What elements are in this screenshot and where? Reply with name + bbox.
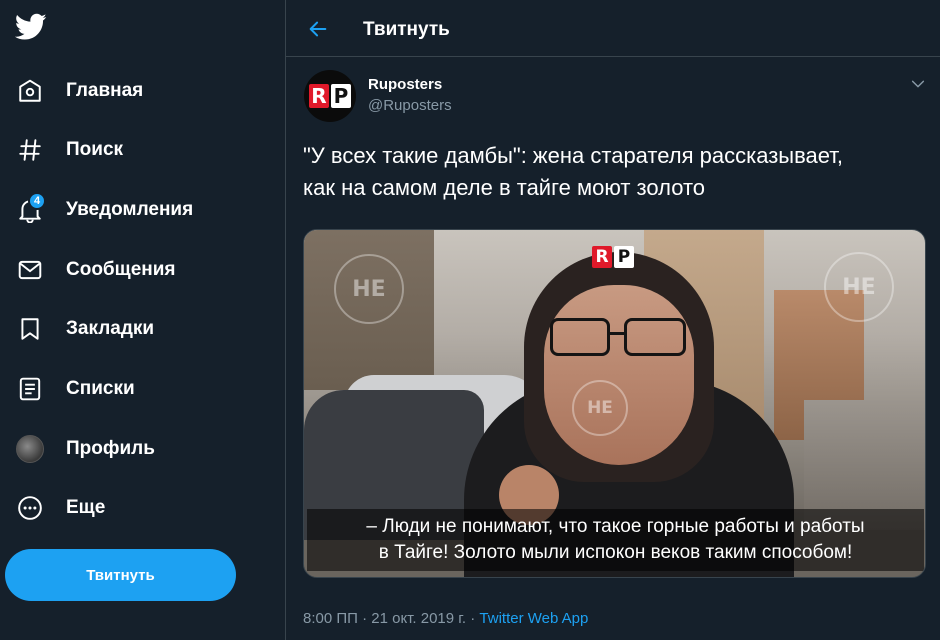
chevron-down-icon	[911, 80, 925, 88]
tweet-text: "У всех такие дамбы": жена старателя рас…	[303, 140, 928, 204]
tweet-text-line: "У всех такие дамбы": жена старателя рас…	[303, 143, 844, 168]
page-header: Твитнуть	[286, 0, 940, 57]
sidebar-item-more[interactable]: Еще	[0, 485, 250, 531]
notification-badge: 4	[28, 192, 46, 210]
sidebar-item-label: Главная	[66, 80, 144, 101]
bookmark-icon	[16, 315, 44, 343]
sidebar-item-label: Закладки	[66, 318, 155, 339]
more-circle-icon	[16, 494, 44, 522]
envelope-icon	[16, 256, 44, 284]
back-button[interactable]	[304, 15, 332, 43]
glasses	[550, 318, 690, 358]
tweet-timestamp[interactable]: 8:00 ПП · 21 окт. 2019 г. ·	[303, 610, 479, 627]
twitter-logo-icon[interactable]	[14, 10, 48, 44]
author-avatar[interactable]: R P	[304, 70, 356, 122]
avatar	[16, 435, 44, 463]
hashtag-icon	[16, 136, 44, 164]
watermark-icon: НЕ	[824, 252, 894, 322]
sidebar-item-profile[interactable]: Профиль	[0, 426, 250, 472]
watermark-icon: НЕ	[572, 380, 628, 436]
sidebar-item-label: Профиль	[66, 438, 155, 459]
tweet-options-button[interactable]	[906, 72, 930, 96]
sidebar-item-messages[interactable]: Сообщения	[0, 247, 250, 293]
subtitle-line: – Люди не понимают, что такое горные раб…	[366, 516, 865, 537]
tweet-button[interactable]: Твитнуть	[5, 549, 236, 601]
sidebar-item-label: Поиск	[66, 139, 124, 160]
sidebar-item-label: Сообщения	[66, 259, 176, 280]
sidebar-item-home[interactable]: Главная	[0, 68, 250, 114]
tweet-source-link[interactable]: Twitter Web App	[479, 610, 588, 627]
ruposters-video-logo: R P	[592, 246, 634, 268]
author-handle[interactable]: @Ruposters	[368, 97, 452, 114]
sidebar-item-notifications[interactable]: 4 Уведомления	[0, 187, 250, 233]
tweet-video[interactable]: НЕ НЕ НЕ R P – Люди не понимают, что так…	[303, 229, 926, 578]
ruposters-logo: R P	[309, 84, 351, 108]
sidebar-item-label: Списки	[66, 378, 135, 399]
back-arrow-icon	[309, 21, 327, 37]
sidebar-item-label: Уведомления	[66, 199, 194, 220]
subtitle-line: в Тайге! Золото мыли испокон веков таким…	[378, 542, 853, 563]
watermark-icon: НЕ	[334, 254, 404, 324]
home-icon	[16, 77, 44, 105]
sidebar-item-search[interactable]: Поиск	[0, 127, 250, 173]
person-face	[544, 285, 694, 465]
sidebar: Главная Поиск 4 Уведомления Сообщения За…	[0, 0, 285, 640]
list-icon	[16, 375, 44, 403]
video-subtitles: – Люди не понимают, что такое горные раб…	[307, 509, 924, 571]
tweet-meta: 8:00 ПП · 21 окт. 2019 г. · Twitter Web …	[303, 610, 588, 627]
tweet-text-line: как на самом деле в тайге моют золото	[303, 175, 706, 200]
author-name[interactable]: Ruposters	[368, 76, 442, 93]
page-title: Твитнуть	[363, 19, 450, 40]
sidebar-item-lists[interactable]: Списки	[0, 366, 250, 412]
sidebar-item-bookmarks[interactable]: Закладки	[0, 306, 250, 352]
main-column: Твитнуть R P Ruposters @Ruposters "У все…	[285, 0, 940, 640]
sidebar-item-label: Еще	[66, 497, 106, 518]
